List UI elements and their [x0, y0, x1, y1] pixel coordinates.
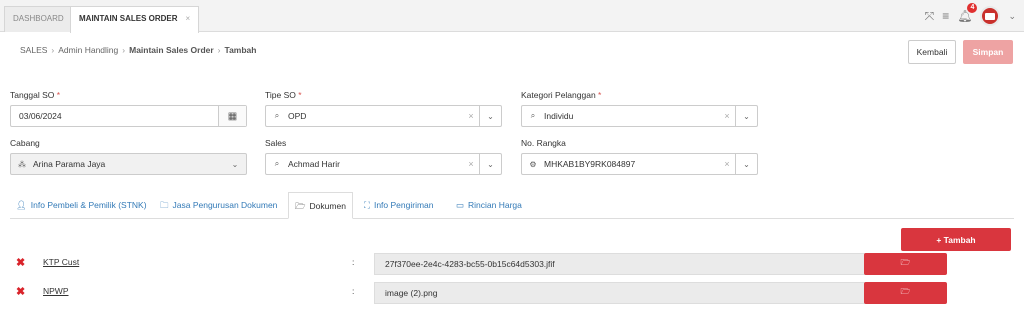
document-name-link[interactable]: KTP Cust	[43, 257, 79, 267]
clear-icon[interactable]: ×	[719, 111, 735, 121]
document-file-field: image (2).png	[374, 282, 866, 304]
kategori-pelanggan-value: Individu	[544, 111, 574, 121]
tab-close-icon[interactable]: ×	[186, 14, 191, 23]
browse-file-button[interactable]: 🗁	[864, 253, 947, 275]
chevron-down-icon[interactable]: ⌄	[1008, 11, 1016, 22]
add-document-button[interactable]: + Tambah	[901, 228, 1011, 251]
save-button[interactable]: Simpan	[963, 40, 1013, 64]
tab-maintain-sales-order-label: MAINTAIN SALES ORDER	[79, 14, 178, 23]
chevron-down-icon[interactable]: ⌄	[479, 154, 501, 174]
browse-file-button[interactable]: 🗁	[864, 282, 947, 304]
colon: :	[352, 286, 355, 296]
tipe-so-label: Tipe SO *	[265, 90, 302, 100]
top-icons: ⤧ ≡ 🔔︎ 4 ⌄	[925, 3, 1016, 28]
breadcrumb-separator: ›	[51, 45, 55, 55]
detail-tabs: 👤︎ Info Pembeli & Pemilik (STNK) 🗀 Jasa Pe…	[10, 192, 1014, 219]
sitemap-icon: ⁂	[18, 159, 26, 169]
fullscreen-icon[interactable]: ⤧	[925, 9, 935, 24]
breadcrumb-admin-handling[interactable]: Admin Handling	[58, 45, 118, 55]
cabang-label: Cabang	[10, 138, 40, 148]
back-button[interactable]: Kembali	[908, 40, 956, 64]
breadcrumb-separator: ›	[217, 45, 221, 55]
breadcrumb-tambah: Tambah	[224, 45, 257, 55]
cabang-value: Arina Parama Jaya	[33, 159, 106, 169]
tab-info-pengiriman[interactable]: ⛶ Info Pengiriman	[358, 192, 440, 219]
gears-icon: ⚙	[529, 159, 537, 169]
tanggal-so-label: Tanggal SO *	[10, 90, 61, 100]
delete-icon[interactable]: ✖	[16, 285, 25, 298]
search-icon: ⌕	[274, 111, 280, 120]
tab-maintain-sales-order[interactable]: MAINTAIN SALES ORDER ×	[70, 6, 200, 33]
no-rangka-select[interactable]: ⚙ MHKAB1BY9RK084897 × ⌄	[521, 153, 758, 175]
chevron-down-icon[interactable]: ⌄	[479, 106, 501, 126]
document-file-field: 27f370ee-2e4c-4283-bc55-0b15c64d5303.jfi…	[374, 253, 866, 275]
tanggal-so-value: 03/06/2024	[19, 111, 62, 121]
clear-icon[interactable]: ×	[463, 111, 479, 121]
folder-icon: 🗁	[900, 258, 911, 267]
tab-rincian-harga[interactable]: ▭ Rincian Harga	[450, 192, 528, 219]
tab-dashboard-label: DASHBOARD	[13, 14, 64, 23]
tab-info-pembeli[interactable]: 👤︎ Info Pembeli & Pemilik (STNK)	[10, 192, 153, 219]
tipe-so-select[interactable]: ⌕ OPD × ⌄	[265, 105, 502, 127]
list-item: ✖ KTP Cust : 27f370ee-2e4c-4283-bc55-0b1…	[10, 253, 1014, 275]
document-name-link[interactable]: NPWP	[43, 286, 69, 296]
clear-icon[interactable]: ×	[719, 159, 735, 169]
sales-value: Achmad Harir	[288, 159, 340, 169]
sales-select[interactable]: ⌕ Achmad Harir × ⌄	[265, 153, 502, 175]
breadcrumb: SALES › Admin Handling › Maintain Sales Orde…	[20, 45, 256, 55]
folder-open-icon: 🗁	[295, 201, 306, 211]
folder-icon: 🗀	[160, 200, 169, 210]
top-tab-bar: DASHBOARD MAINTAIN SALES ORDER × ⤧ ≡ 🔔︎ 4 …	[0, 0, 1024, 33]
tanggal-so-field[interactable]: 03/06/2024 ▦	[10, 105, 247, 127]
tab-jasa-pengurusan-dokumen[interactable]: 🗀 Jasa Pengurusan Dokumen	[154, 192, 283, 219]
tab-dashboard[interactable]: DASHBOARD	[4, 6, 73, 32]
breadcrumb-maintain-sales-order[interactable]: Maintain Sales Order	[129, 45, 214, 55]
menu-icon[interactable]: ≡	[942, 9, 949, 23]
colon: :	[352, 257, 355, 267]
breadcrumb-separator: ›	[122, 45, 126, 55]
bell-icon[interactable]: 🔔︎ 4	[957, 3, 978, 23]
map-icon: ⛶	[364, 200, 370, 210]
search-icon: ⌕	[274, 159, 280, 168]
delete-icon[interactable]: ✖	[16, 256, 25, 269]
calendar-icon[interactable]: ▦	[218, 106, 246, 126]
avatar[interactable]	[980, 6, 1001, 26]
folder-icon: 🗁	[900, 287, 911, 296]
list-item: ✖ NPWP : image (2).png 🗁	[10, 282, 1014, 304]
search-icon: ⌕	[530, 111, 536, 120]
money-icon: ▭	[456, 200, 465, 210]
tab-dokumen[interactable]: 🗁 Dokumen	[288, 192, 353, 219]
notification-badge: 4	[967, 3, 978, 13]
kategori-pelanggan-label: Kategori Pelanggan *	[521, 90, 602, 100]
chevron-down-icon[interactable]: ⌄	[735, 106, 757, 126]
user-icon: 👤︎	[16, 200, 27, 210]
tipe-so-value: OPD	[288, 111, 307, 121]
chevron-down-icon[interactable]: ⌄	[735, 154, 757, 174]
no-rangka-label: No. Rangka	[521, 138, 566, 148]
clear-icon[interactable]: ×	[463, 159, 479, 169]
chevron-down-icon[interactable]: ⌄	[224, 160, 246, 169]
no-rangka-value: MHKAB1BY9RK084897	[544, 159, 636, 169]
kategori-pelanggan-select[interactable]: ⌕ Individu × ⌄	[521, 105, 758, 127]
sales-label: Sales	[265, 138, 287, 148]
cabang-select[interactable]: ⁂ Arina Parama Jaya ⌄	[10, 153, 247, 175]
breadcrumb-sales[interactable]: SALES	[20, 45, 47, 55]
